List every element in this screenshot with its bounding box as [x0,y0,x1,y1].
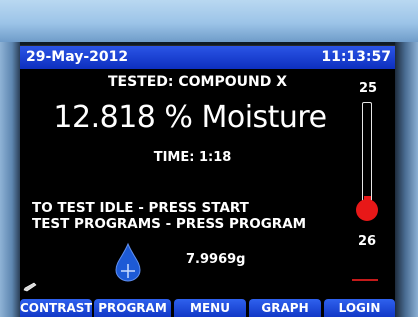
instruction-program: TEST PROGRAMS - PRESS PROGRAM [32,216,307,232]
contrast-button[interactable]: CONTRAST [20,299,92,317]
thermometer-top-label: 25 [359,81,378,96]
thermometer-bottom-label: 26 [358,234,377,249]
device-bezel-right [395,42,418,317]
graph-button[interactable]: GRAPH [249,299,321,317]
date-display: 29-May-2012 [26,49,129,65]
login-button[interactable]: LOGIN [324,299,395,317]
tested-compound-label: TESTED: COMPOUND X [107,74,288,90]
water-drop-icon [115,242,141,282]
moisture-result: 12.818 % Moisture [53,100,327,135]
program-button[interactable]: PROGRAM [94,299,171,317]
elapsed-time: TIME: 1:18 [153,150,232,165]
thermometer-tube [362,102,372,202]
device-screen: 29-May-2012 11:13:57 TESTED: COMPOUND X … [20,45,395,317]
clock-display: 11:13:57 [321,49,391,65]
function-button-bar: CONTRAST PROGRAM MENU GRAPH LOGIN [20,299,395,317]
pencil-icon [23,282,37,292]
menu-button[interactable]: MENU [174,299,246,317]
device-bezel-left [0,42,20,317]
thermometer-bulb [356,199,378,221]
temperature-marker [352,279,378,281]
title-bar: 29-May-2012 11:13:57 [20,46,395,69]
sample-weight: 7.9969g [186,252,246,267]
background-top [0,0,418,42]
instruction-start: TO TEST IDLE - PRESS START [32,200,249,216]
